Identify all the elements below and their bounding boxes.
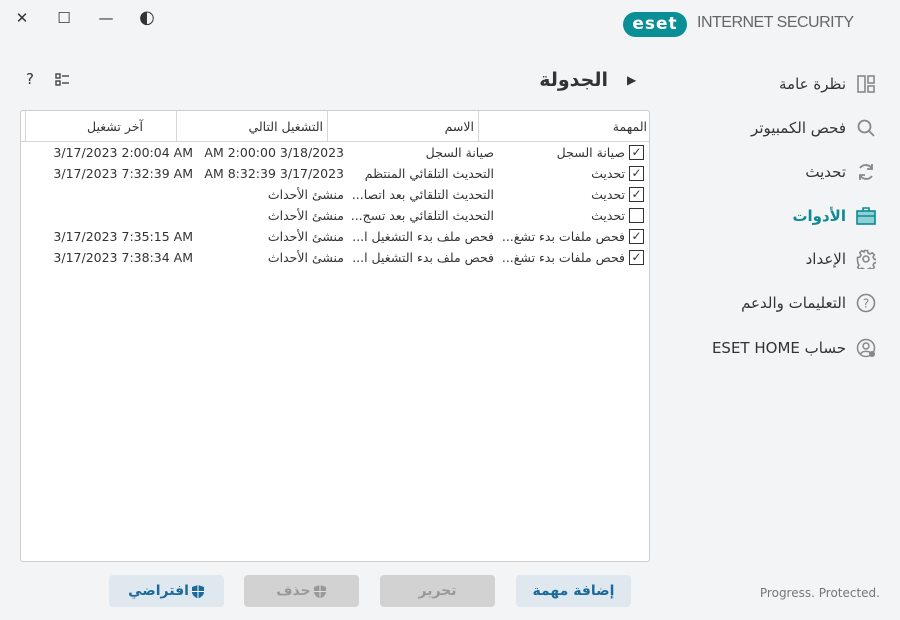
page-title: الجدولة <box>539 69 608 91</box>
eset-logo: eset <box>623 12 687 37</box>
help-icon: ? <box>856 293 876 313</box>
view-options-icon[interactable] <box>55 72 70 91</box>
task-name: التحديث التلقائي بعد تسج... <box>350 208 494 223</box>
scheduler-table: المهمة الاسم التشغيل التالي آخر تشغيل ✓ ص… <box>20 110 650 562</box>
task-type: فحص ملفات بدء تشغ... <box>501 229 625 244</box>
sidebar-item-label: الإعداد <box>805 250 846 268</box>
next-run: 3/18/2023 2:00:00 AM <box>204 145 344 160</box>
last-run: 3/17/2023 7:32:39 AM <box>53 166 193 181</box>
theme-toggle-button[interactable]: ◐ <box>137 8 157 28</box>
task-name: التحديث التلقائي بعد اتصا... <box>351 187 494 202</box>
delete-button[interactable]: حذف <box>244 575 359 607</box>
shield-icon <box>191 584 204 598</box>
task-enabled-checkbox[interactable]: ✓ <box>629 250 644 265</box>
svg-text:?: ? <box>863 297 869 311</box>
add-task-button[interactable]: إضافة مهمة <box>516 575 631 607</box>
table-row[interactable]: ✓ فحص ملفات بدء تشغ... فحص ملف بدء التشغيل… <box>21 227 649 248</box>
table-row[interactable]: ✓ تحديث التحديث التلقائي بعد اتصا... منشئ ا… <box>21 185 649 206</box>
sidebar-item-label: نظرة عامة <box>779 75 846 93</box>
table-row[interactable]: ✓ تحديث التحديث التلقائي المنتظم 3/17/2023 … <box>21 164 649 185</box>
minimize-button[interactable]: — <box>96 8 116 28</box>
search-icon <box>856 118 876 138</box>
sidebar-item-label: الأدوات <box>792 207 846 225</box>
sidebar-item-1[interactable]: فحص الكمبيوتر <box>751 116 876 140</box>
maximize-button[interactable]: ☐ <box>54 8 74 28</box>
last-run: 3/17/2023 2:00:04 AM <box>53 145 193 160</box>
tagline: Progress. Protected. <box>759 586 880 600</box>
sidebar-item-0[interactable]: نظرة عامة <box>779 72 876 96</box>
default-button[interactable]: افتراضي <box>109 575 224 607</box>
header-next-run[interactable]: التشغيل التالي <box>176 111 327 142</box>
task-enabled-checkbox[interactable]: ✓ <box>629 166 644 181</box>
shield-icon <box>313 584 326 598</box>
refresh-icon <box>856 162 876 182</box>
sidebar-item-label: تحديث <box>805 163 846 181</box>
next-run: 3/17/2023 8:32:39 AM <box>204 166 344 181</box>
task-enabled-checkbox[interactable] <box>629 208 644 223</box>
task-type: فحص ملفات بدء تشغ... <box>501 250 625 265</box>
task-type: صيانة السجل <box>556 145 625 160</box>
header-task[interactable]: المهمة <box>478 111 649 142</box>
sidebar-item-3[interactable]: الأدوات <box>792 204 876 228</box>
next-run: منشئ الأحداث <box>267 208 344 223</box>
user-icon <box>856 338 876 358</box>
header-last-run[interactable]: آخر تشغيل <box>25 111 176 142</box>
task-type: تحديث <box>591 166 625 181</box>
table-row[interactable]: تحديث التحديث التلقائي بعد تسج... منشئ الأ… <box>21 206 649 227</box>
close-button[interactable]: ✕ <box>12 8 32 28</box>
sidebar-item-label: التعليمات والدعم <box>741 294 846 312</box>
last-run: 3/17/2023 7:38:34 AM <box>53 250 193 265</box>
task-enabled-checkbox[interactable]: ✓ <box>629 145 644 160</box>
task-name: التحديث التلقائي المنتظم <box>364 166 494 181</box>
sidebar-item-label: حساب ESET HOME <box>711 339 846 357</box>
sidebar-item-label: فحص الكمبيوتر <box>751 119 846 137</box>
header-name[interactable]: الاسم <box>327 111 478 142</box>
back-arrow-icon[interactable]: ▶ <box>627 73 636 87</box>
toolbox-icon <box>856 206 876 226</box>
task-type: تحديث <box>591 208 625 223</box>
product-name: INTERNET SECURITY <box>697 14 854 31</box>
next-run: منشئ الأحداث <box>267 229 344 244</box>
task-enabled-checkbox[interactable]: ✓ <box>629 187 644 202</box>
next-run: منشئ الأحداث <box>267 187 344 202</box>
next-run: منشئ الأحداث <box>267 250 344 265</box>
sidebar-item-2[interactable]: تحديث <box>805 160 876 184</box>
sidebar-item-6[interactable]: حساب ESET HOME <box>712 336 876 360</box>
task-name: صيانة السجل <box>425 145 494 160</box>
gear-icon <box>856 249 876 269</box>
dashboard-icon <box>856 74 876 94</box>
task-name: فحص ملف بدء التشغيل ا... <box>352 229 494 244</box>
table-row[interactable]: ✓ صيانة السجل صيانة السجل 3/18/2023 2:00:00… <box>21 143 649 164</box>
task-enabled-checkbox[interactable]: ✓ <box>629 229 644 244</box>
table-row[interactable]: ✓ فحص ملفات بدء تشغ... فحص ملف بدء التشغيل… <box>21 248 649 269</box>
edit-button[interactable]: تحرير <box>380 575 495 607</box>
task-name: فحص ملف بدء التشغيل ا... <box>352 250 494 265</box>
help-button[interactable]: ? <box>26 70 34 88</box>
sidebar-item-4[interactable]: الإعداد <box>806 247 876 271</box>
sidebar-item-5[interactable]: ? التعليمات والدعم <box>741 291 876 315</box>
last-run: 3/17/2023 7:35:15 AM <box>53 229 193 244</box>
task-type: تحديث <box>591 187 625 202</box>
